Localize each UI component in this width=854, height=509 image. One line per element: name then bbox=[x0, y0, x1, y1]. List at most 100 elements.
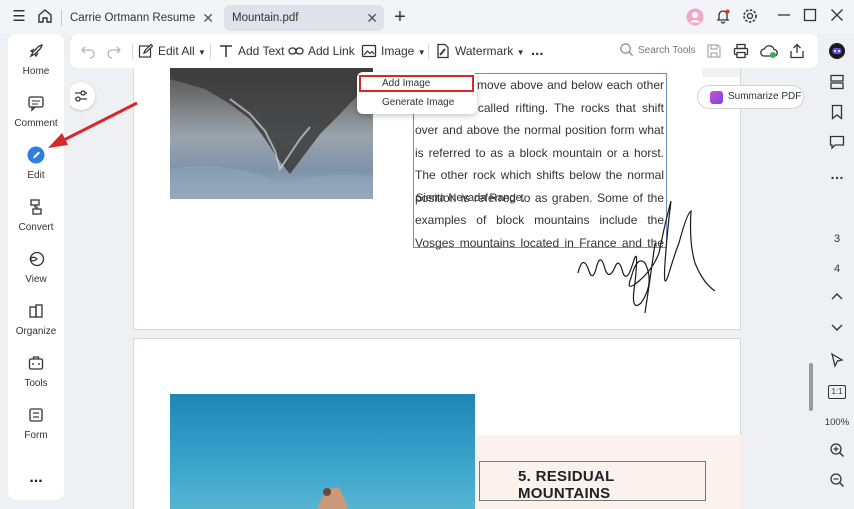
mountain-reflection-image[interactable] bbox=[170, 68, 373, 199]
scroll-down-icon[interactable] bbox=[828, 320, 846, 338]
form-icon bbox=[29, 408, 43, 422]
tab-mountain[interactable]: Mountain.pdf ✕ bbox=[224, 5, 384, 31]
chevron-down-icon: ▼ bbox=[417, 48, 426, 57]
actual-size-button[interactable]: 1:1 bbox=[828, 382, 846, 400]
view-icon bbox=[29, 251, 45, 267]
minimize-icon[interactable] bbox=[775, 8, 793, 26]
cloud-icon bbox=[760, 45, 778, 58]
add-link-button[interactable]: Add Link bbox=[288, 34, 355, 68]
chevron-down-icon: ▼ bbox=[516, 48, 525, 57]
organize-icon bbox=[29, 304, 43, 318]
signature-drawing[interactable] bbox=[575, 183, 725, 328]
share-icon bbox=[790, 43, 804, 58]
redo-button[interactable] bbox=[106, 34, 126, 68]
page-number-current[interactable]: 3 bbox=[828, 230, 846, 248]
zoom-level[interactable]: 100% bbox=[822, 414, 852, 432]
page-top-strip bbox=[702, 68, 740, 77]
vertical-scrollbar-thumb[interactable] bbox=[809, 363, 813, 411]
close-tab-icon[interactable]: ✕ bbox=[202, 5, 214, 31]
scroll-up-icon[interactable] bbox=[828, 290, 846, 308]
select-cursor-icon[interactable] bbox=[828, 352, 846, 370]
rocket-icon bbox=[29, 44, 43, 58]
summarize-icon bbox=[710, 91, 723, 104]
actual-size-label: 1:1 bbox=[828, 385, 846, 399]
add-image-highlight-box bbox=[359, 75, 474, 92]
edit-toolbar: Edit All ▼ Add Text Add Link Image ▼ Wat… bbox=[70, 34, 818, 68]
zoom-out-icon[interactable] bbox=[828, 472, 846, 490]
toolbar-divider bbox=[132, 43, 133, 59]
search-tools-placeholder: Search Tools bbox=[638, 45, 696, 56]
watermark-icon bbox=[437, 43, 449, 58]
nav-view-label: View bbox=[25, 274, 47, 285]
close-window-icon[interactable] bbox=[828, 8, 846, 26]
nav-form[interactable]: Form bbox=[8, 406, 64, 454]
nav-convert[interactable]: Convert bbox=[8, 198, 64, 246]
print-icon bbox=[733, 43, 749, 58]
add-text-label: Add Text bbox=[238, 44, 285, 58]
tools-icon bbox=[28, 356, 44, 370]
cloud-sync-button[interactable] bbox=[760, 34, 782, 68]
comments-panel-icon[interactable] bbox=[828, 134, 846, 152]
page-number-next[interactable]: 4 bbox=[828, 260, 846, 278]
sky-climber-image[interactable] bbox=[170, 394, 475, 509]
search-tools-input[interactable]: Search Tools bbox=[619, 34, 696, 68]
more-tools-button[interactable]: ... bbox=[531, 34, 544, 68]
generate-image-menu-item[interactable]: Generate Image bbox=[357, 94, 477, 111]
add-text-button[interactable]: Add Text bbox=[218, 34, 284, 68]
avatar[interactable] bbox=[686, 8, 704, 26]
nav-tools[interactable]: Tools bbox=[8, 354, 64, 402]
nav-home[interactable]: Home bbox=[8, 42, 64, 90]
image-button[interactable]: Image ▼ bbox=[361, 34, 426, 68]
new-tab-icon[interactable]: + bbox=[391, 7, 409, 27]
tab-label: Mountain.pdf bbox=[232, 12, 299, 24]
thumbnails-icon[interactable] bbox=[828, 74, 846, 92]
edit-all-button[interactable]: Edit All ▼ bbox=[138, 34, 206, 68]
summarize-pdf-button[interactable]: Summarize PDF bbox=[697, 85, 804, 109]
tab-resume[interactable]: Carrie Ortmann Resume V1.pdf ✕ bbox=[62, 5, 220, 50]
more-panels-icon[interactable]: … bbox=[828, 165, 846, 183]
nav-tools-label: Tools bbox=[24, 378, 48, 389]
summarize-label: Summarize PDF bbox=[728, 91, 802, 102]
nav-home-label: Home bbox=[22, 66, 50, 77]
save-button[interactable] bbox=[706, 34, 726, 68]
maximize-icon[interactable] bbox=[801, 8, 819, 26]
section-heading[interactable]: 5. RESIDUAL MOUNTAINS bbox=[479, 461, 706, 502]
home-icon[interactable] bbox=[36, 8, 54, 26]
text-t-icon bbox=[220, 45, 232, 57]
nav-organize-label: Organize bbox=[15, 326, 57, 337]
undo-button[interactable] bbox=[80, 34, 100, 68]
link-icon bbox=[288, 47, 304, 55]
nav-organize[interactable]: Organize bbox=[8, 302, 64, 350]
add-link-label: Add Link bbox=[308, 44, 355, 58]
paragraph-line: is referred to as a block mountain or a … bbox=[415, 145, 664, 160]
bookmark-icon[interactable] bbox=[828, 104, 846, 122]
close-tab-icon[interactable]: ✕ bbox=[366, 5, 378, 31]
nav-form-label: Form bbox=[24, 430, 48, 441]
overlapping-text[interactable]: Sierra Nevada Range. bbox=[416, 192, 525, 204]
toolbar-divider bbox=[428, 43, 429, 59]
rock-climber-art bbox=[317, 487, 349, 509]
image-icon bbox=[361, 44, 377, 57]
menu-icon[interactable]: ☰ bbox=[10, 8, 28, 26]
image-label: Image bbox=[381, 44, 415, 58]
section-heading-text: 5. RESIDUAL MOUNTAINS bbox=[518, 468, 615, 502]
chevron-down-icon: ▼ bbox=[198, 48, 206, 57]
settings-gear-icon[interactable] bbox=[741, 8, 759, 26]
title-bar: ☰ Carrie Ortmann Resume V1.pdf ✕ Mountai… bbox=[0, 0, 854, 50]
save-icon bbox=[707, 44, 721, 58]
edit-all-label: Edit All bbox=[158, 44, 195, 58]
nav-view[interactable]: View bbox=[8, 250, 64, 298]
ai-assistant-icon[interactable] bbox=[828, 42, 846, 60]
paragraph-line: over and above the normal position form … bbox=[415, 123, 664, 137]
search-icon bbox=[620, 43, 634, 56]
toolbar-divider bbox=[210, 43, 211, 59]
notification-bell-icon[interactable] bbox=[714, 8, 732, 26]
print-button[interactable] bbox=[733, 34, 753, 68]
right-rail: … 3 4 1:1 100% bbox=[818, 34, 854, 509]
nav-more-button[interactable]: ... bbox=[8, 470, 64, 494]
zoom-in-icon[interactable] bbox=[828, 442, 846, 460]
share-button[interactable] bbox=[789, 34, 809, 68]
watermark-label: Watermark bbox=[455, 44, 514, 58]
edit-all-icon bbox=[138, 43, 154, 58]
watermark-button[interactable]: Watermark ▼ bbox=[435, 34, 525, 68]
